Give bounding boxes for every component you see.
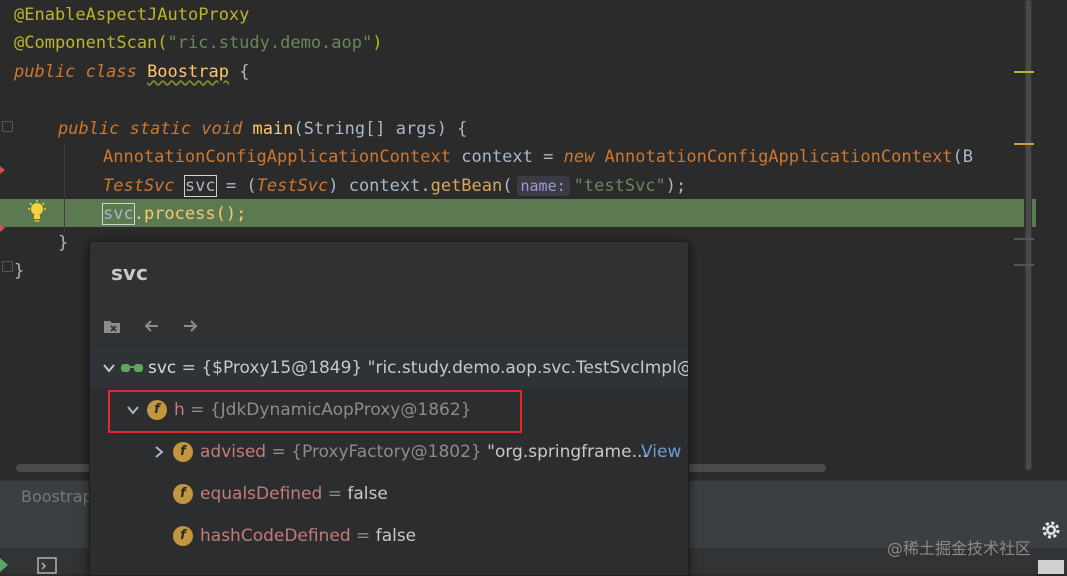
tree-row-hashcode-defined[interactable]: f hashCodeDefined = false [90, 516, 688, 556]
variable-value: false [375, 526, 417, 546]
field-badge: f [173, 484, 193, 504]
equals-sign: = [322, 484, 348, 504]
code-line-9[interactable]: } [58, 229, 68, 257]
run-icon[interactable] [0, 556, 10, 574]
watermark: @稀土掘金技术社区 [887, 539, 1032, 558]
parameter-hint: name: [516, 176, 570, 196]
constructor-name[interactable]: AnnotationConfigApplicationContext [605, 147, 953, 167]
method-call[interactable]: getBean [431, 176, 503, 196]
stmt-end: (); [215, 204, 247, 224]
error-stripe-mark[interactable] [1014, 71, 1034, 73]
field-badge: f [173, 442, 193, 462]
variable-value: {$Proxy15@1849} [201, 358, 363, 378]
terminal-icon[interactable] [36, 556, 60, 574]
annotation: @ComponentScan( [14, 33, 168, 53]
variable-svc[interactable]: svc [102, 203, 135, 225]
code-line-3[interactable]: public class Boostrap { [14, 58, 249, 86]
popup-toolbar [90, 300, 688, 348]
indent-guide [64, 142, 65, 232]
code-line-10[interactable]: } [14, 257, 24, 285]
args-start: (B [952, 147, 974, 167]
forward-arrow-icon[interactable] [180, 316, 200, 336]
error-stripe-mark[interactable] [1014, 264, 1034, 266]
view-link[interactable]: View [641, 432, 681, 472]
equals-sign: = [266, 442, 292, 462]
variable-name: hashCodeDefined [200, 526, 351, 546]
variable-inspection-popup[interactable]: svc svc = {$Proxy15@1849} "ric.study.dem… [89, 241, 689, 576]
keyword: public static void [58, 119, 253, 139]
memory-indicator[interactable] [1038, 560, 1064, 574]
fold-marker[interactable] [2, 121, 13, 132]
fold-marker[interactable] [2, 261, 13, 272]
chevron-right-icon[interactable] [152, 445, 166, 459]
code-line-2[interactable]: @ComponentScan("ric.study.demo.aop") [14, 29, 382, 57]
back-arrow-icon[interactable] [142, 316, 162, 336]
variable-name: equalsDefined [200, 484, 323, 504]
method-call[interactable]: .process [134, 204, 216, 224]
string-literal: "testSvc" [573, 176, 666, 196]
error-stripe-mark[interactable] [1014, 143, 1034, 145]
popup-title: svc [111, 261, 148, 285]
breakpoint-marker[interactable] [0, 166, 5, 174]
highlight-annotation-box [108, 390, 522, 433]
code-line-8[interactable]: svc.process(); [102, 200, 247, 228]
lightbulb-icon[interactable] [26, 200, 48, 224]
brace: } [14, 261, 25, 281]
brace: { [228, 62, 250, 82]
string-literal: "ric.study.demo.aop" [167, 33, 373, 53]
keyword: public class [14, 62, 148, 82]
tree-row-svc[interactable]: svc = {$Proxy15@1849} "ric.study.demo.ao… [90, 348, 688, 388]
assign: context = [451, 147, 564, 167]
assign: = ( [215, 176, 257, 196]
type-name[interactable]: AnnotationConfigApplicationContext [103, 147, 451, 167]
variable-string: "ric.study.demo.aop.svc.TestSvcImpl@ [362, 358, 688, 378]
variable-value: false [347, 484, 388, 504]
params: (String[] args) { [293, 119, 468, 139]
tree-row-equals-defined[interactable]: f equalsDefined = false [90, 474, 688, 514]
annotation-end: ) [372, 33, 383, 53]
watch-glasses-icon [121, 364, 143, 372]
code-line-6[interactable]: AnnotationConfigApplicationContext conte… [103, 143, 973, 171]
variable-name: svc [148, 358, 177, 378]
field-badge: f [173, 526, 193, 546]
annotation: @EnableAspectJAutoProxy [14, 5, 250, 25]
breakpoint-marker[interactable] [0, 224, 5, 232]
variable-string: "org.springframe... [481, 442, 648, 462]
variable-name: advised [200, 442, 267, 462]
code-line-5[interactable]: public static void main(String[] args) { [58, 115, 467, 143]
error-stripe-mark[interactable] [1014, 238, 1034, 240]
equals-sign: = [176, 358, 202, 378]
stmt-end: ); [665, 176, 687, 196]
gear-icon[interactable] [1040, 519, 1062, 541]
editor-tab-boostrap[interactable]: Boostrap [21, 487, 93, 506]
variable-svc[interactable]: svc [183, 175, 217, 197]
context-ref: ) context. [328, 176, 431, 196]
chevron-down-icon[interactable] [102, 361, 116, 375]
code-line-7[interactable]: TestSvc svc = (TestSvc) context.getBean(… [103, 172, 686, 200]
class-name[interactable]: Boostrap [147, 62, 229, 82]
code-line-1[interactable]: @EnableAspectJAutoProxy [14, 1, 249, 29]
cast-type[interactable]: TestSvc [257, 176, 329, 196]
remove-watch-icon[interactable] [102, 316, 122, 336]
type-name[interactable]: TestSvc [103, 176, 175, 196]
paren: ( [502, 176, 513, 196]
method-name[interactable]: main [252, 119, 293, 139]
editor-gutter[interactable] [0, 0, 14, 480]
keyword-new: new [563, 147, 605, 167]
variable-value: {ProxyFactory@1802} [291, 442, 482, 462]
brace: } [58, 233, 69, 253]
tree-row-advised[interactable]: f advised = {ProxyFactory@1802} "org.spr… [90, 432, 688, 472]
variable-tree[interactable]: svc = {$Proxy15@1849} "ric.study.demo.ao… [90, 348, 688, 575]
equals-sign: = [350, 526, 376, 546]
